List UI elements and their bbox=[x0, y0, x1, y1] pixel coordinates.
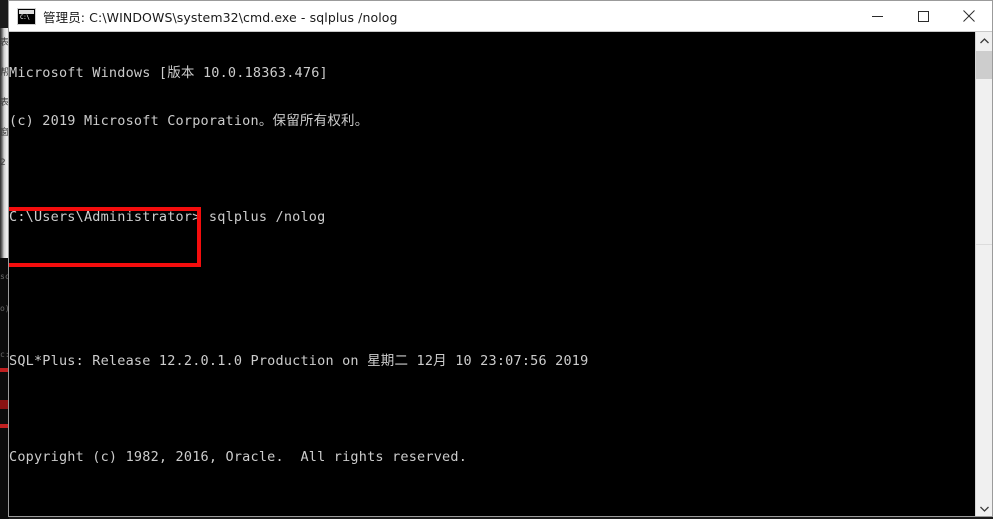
console-line: Copyright (c) 1982, 2016, Oracle. All ri… bbox=[9, 449, 468, 465]
scrollbar-thumb[interactable] bbox=[976, 51, 992, 79]
scrollbar-track[interactable] bbox=[976, 79, 992, 479]
chevron-down-icon bbox=[979, 506, 989, 512]
maximize-button[interactable] bbox=[900, 1, 946, 31]
minimize-button[interactable] bbox=[854, 1, 900, 31]
console-text: Microsoft Windows [版本 10.0.18363.476] (c… bbox=[9, 33, 967, 516]
scroll-down-button[interactable] bbox=[976, 500, 992, 516]
console-line: C:\Users\Administrator> sqlplus /nolog bbox=[9, 209, 326, 225]
console-line: Microsoft Windows [版本 10.0.18363.476] bbox=[9, 65, 328, 81]
close-button[interactable] bbox=[946, 1, 992, 31]
title-bar[interactable]: 管理员: C:\WINDOWS\system32\cmd.exe - sqlpl… bbox=[9, 1, 992, 31]
vertical-scrollbar[interactable] bbox=[975, 32, 992, 516]
console-line-spacer bbox=[9, 305, 967, 321]
minimize-icon bbox=[871, 15, 883, 17]
console-output-area[interactable]: Microsoft Windows [版本 10.0.18363.476] (c… bbox=[9, 31, 992, 516]
window-title: 管理员: C:\WINDOWS\system32\cmd.exe - sqlpl… bbox=[43, 9, 398, 25]
maximize-icon bbox=[917, 10, 929, 22]
cmd-window: 管理员: C:\WINDOWS\system32\cmd.exe - sqlpl… bbox=[8, 0, 993, 517]
console-line: SQL*Plus: Release 12.2.0.1.0 Production … bbox=[9, 353, 589, 369]
scroll-up-button[interactable] bbox=[976, 32, 992, 49]
cmd-console-icon bbox=[17, 7, 36, 25]
scrollbar-seam bbox=[976, 244, 992, 245]
console-line: (c) 2019 Microsoft Corporation。保留所有权利。 bbox=[9, 113, 369, 129]
window-controls bbox=[854, 1, 992, 31]
close-icon bbox=[963, 10, 975, 22]
chevron-up-icon bbox=[979, 37, 989, 43]
